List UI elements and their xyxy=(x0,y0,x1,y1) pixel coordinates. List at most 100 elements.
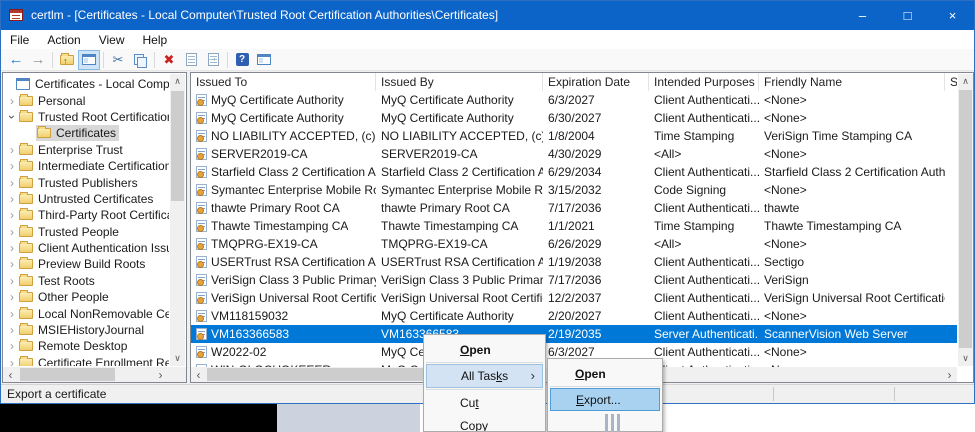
column-issued-by[interactable]: Issued By xyxy=(376,73,543,91)
tree-expand-icon[interactable] xyxy=(6,241,18,255)
list-vertical-scrollbar[interactable] xyxy=(958,74,973,366)
forward-button[interactable] xyxy=(27,50,49,70)
tree-expand-icon[interactable] xyxy=(5,111,19,123)
table-row[interactable]: VeriSign Universal Root Certific... Veri… xyxy=(191,289,957,307)
table-row[interactable]: Starfield Class 2 Certification A... Sta… xyxy=(191,163,957,181)
tree-expand-icon[interactable] xyxy=(6,176,18,190)
tree-item[interactable]: Other People xyxy=(3,289,169,305)
tree-vertical-scrollbar[interactable] xyxy=(170,74,185,366)
tree-item[interactable]: Untrusted Certificates xyxy=(3,191,169,207)
menu-view[interactable]: View xyxy=(90,33,134,47)
column-intended-purposes[interactable]: Intended Purposes xyxy=(649,73,759,91)
tree-item[interactable]: Trusted People xyxy=(3,224,169,240)
scroll-left-icon[interactable] xyxy=(3,367,18,382)
context-menu-item-cut[interactable]: Cut xyxy=(424,391,545,414)
context-menu-item-open[interactable]: Open xyxy=(424,338,545,361)
table-row[interactable]: VM163366583 VM163366583 2/19/2035 Server… xyxy=(191,325,957,343)
cell-friendly-name: Thawte Timestamping CA xyxy=(759,219,945,233)
tree-expand-icon[interactable] xyxy=(6,290,18,304)
table-row[interactable]: USERTrust RSA Certification Aut... USERT… xyxy=(191,253,957,271)
up-one-level-button[interactable]: ↑ xyxy=(56,50,78,70)
column-partial[interactable]: S xyxy=(945,73,957,91)
properties-button[interactable] xyxy=(180,50,202,70)
scrollbar-thumb[interactable] xyxy=(959,90,972,348)
menu-file[interactable]: File xyxy=(1,33,38,47)
tree-item[interactable]: Client Authentication Issu xyxy=(3,240,169,256)
tree-item[interactable]: Certificates xyxy=(3,125,169,141)
table-row[interactable]: SERVER2019-CA SERVER2019-CA 4/30/2029 <A… xyxy=(191,145,957,163)
show-window-button[interactable] xyxy=(253,50,275,70)
tree-item[interactable]: Preview Build Roots xyxy=(3,256,169,272)
table-row[interactable]: Thawte Timestamping CA Thawte Timestampi… xyxy=(191,217,957,235)
scroll-right-icon[interactable] xyxy=(153,367,168,382)
scrollbar-thumb[interactable] xyxy=(171,91,184,201)
tree-item[interactable]: Personal xyxy=(3,92,169,108)
table-row[interactable]: MyQ Certificate Authority MyQ Certificat… xyxy=(191,91,957,109)
maximize-button[interactable]: □ xyxy=(885,0,930,30)
cell-friendly-name: thawte xyxy=(759,201,945,215)
tree-item[interactable]: Third-Party Root Certifica xyxy=(3,207,169,223)
tree-item[interactable]: Certificates - Local Computer xyxy=(3,76,169,92)
back-icon xyxy=(9,52,24,67)
close-button[interactable]: × xyxy=(930,0,975,30)
scroll-up-icon[interactable] xyxy=(170,74,185,89)
column-friendly-name[interactable]: Friendly Name xyxy=(759,73,945,91)
menu-action[interactable]: Action xyxy=(38,33,89,47)
submenu-item-export[interactable]: Export... xyxy=(550,388,660,411)
tree-expand-icon[interactable] xyxy=(6,339,18,353)
submenu-item-open[interactable]: Open xyxy=(548,362,662,385)
tree-expand-icon[interactable] xyxy=(6,94,18,108)
tree-expand-icon[interactable] xyxy=(6,159,18,173)
scroll-down-icon[interactable] xyxy=(170,351,185,366)
tree-expand-icon[interactable] xyxy=(6,225,18,239)
tree-expand-icon[interactable] xyxy=(6,208,18,222)
scroll-left-icon[interactable] xyxy=(191,367,206,382)
table-row[interactable]: Symantec Enterprise Mobile Ro... Symante… xyxy=(191,181,957,199)
copy-button[interactable] xyxy=(129,50,151,70)
back-button[interactable] xyxy=(5,50,27,70)
tree-item[interactable]: Enterprise Trust xyxy=(3,142,169,158)
tree-item[interactable]: Test Roots xyxy=(3,273,169,289)
context-menu-item-all-tasks[interactable]: All Tasks › xyxy=(426,364,543,388)
delete-button[interactable] xyxy=(158,50,180,70)
table-row[interactable]: MyQ Certificate Authority MyQ Certificat… xyxy=(191,109,957,127)
tree-item[interactable]: MSIEHistoryJournal xyxy=(3,322,169,338)
tree-item[interactable]: Certificate Enrollment Req xyxy=(3,355,169,366)
folder-icon xyxy=(19,341,33,351)
cell-expiration-date: 6/3/2027 xyxy=(543,345,649,359)
table-row[interactable]: NO LIABILITY ACCEPTED, (c)97 ... NO LIAB… xyxy=(191,127,957,145)
folder-icon xyxy=(16,78,30,90)
context-menu-item-copy[interactable]: Copy xyxy=(424,414,545,432)
table-row[interactable]: VM118159032 MyQ Certificate Authority 2/… xyxy=(191,307,957,325)
menu-help[interactable]: Help xyxy=(134,33,177,47)
tree-item[interactable]: Local NonRemovable Cert xyxy=(3,305,169,321)
cut-button[interactable] xyxy=(107,50,129,70)
scroll-up-icon[interactable] xyxy=(958,74,973,89)
scroll-right-icon[interactable] xyxy=(942,367,957,382)
tree-item[interactable]: Trusted Publishers xyxy=(3,174,169,190)
tree-expand-icon[interactable] xyxy=(6,143,18,157)
show-console-tree-button[interactable] xyxy=(78,50,100,70)
tree-expand-icon[interactable] xyxy=(6,274,18,288)
scroll-down-icon[interactable] xyxy=(958,351,973,366)
tree-expand-icon[interactable] xyxy=(6,323,18,337)
minimize-button[interactable]: – xyxy=(840,0,885,30)
tree-expand-icon[interactable] xyxy=(6,192,18,206)
table-row[interactable]: thawte Primary Root CA thawte Primary Ro… xyxy=(191,199,957,217)
cell-issued-to: thawte Primary Root CA xyxy=(211,201,340,215)
tree-expand-icon[interactable] xyxy=(6,257,18,271)
cell-issued-by: Symantec Enterprise Mobile Root ... xyxy=(376,183,543,197)
tree-item[interactable]: Remote Desktop xyxy=(3,338,169,354)
tree-item[interactable]: Intermediate Certification xyxy=(3,158,169,174)
column-expiration-date[interactable]: Expiration Date xyxy=(543,73,649,91)
tree-expand-icon[interactable] xyxy=(6,356,18,366)
scrollbar-thumb[interactable] xyxy=(20,368,115,381)
table-row[interactable]: VeriSign Class 3 Public Primary ... Veri… xyxy=(191,271,957,289)
tree-expand-icon[interactable] xyxy=(6,307,18,321)
desktop-background-gray xyxy=(277,404,420,432)
help-button[interactable] xyxy=(231,50,253,70)
tree-horizontal-scrollbar[interactable] xyxy=(3,367,186,382)
table-row[interactable]: TMQPRG-EX19-CA TMQPRG-EX19-CA 6/26/2029 … xyxy=(191,235,957,253)
tree-item[interactable]: Trusted Root Certification xyxy=(3,109,169,125)
export-list-button[interactable]: → xyxy=(202,50,224,70)
